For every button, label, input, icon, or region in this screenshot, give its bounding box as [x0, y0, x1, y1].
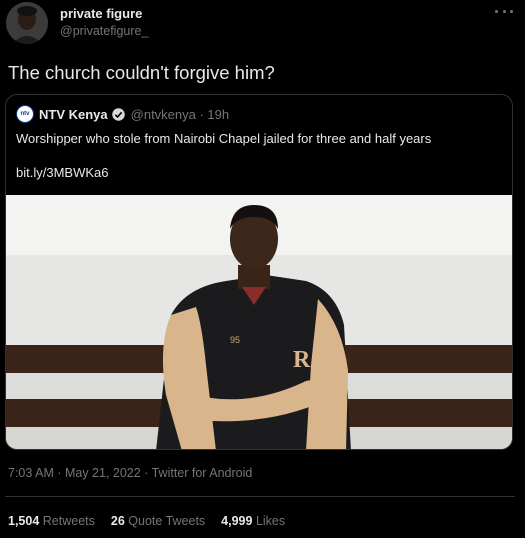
jacket-letter: R	[293, 347, 311, 373]
quote-tweet-card[interactable]: ntv NTV Kenya @ntvkenya · 19h Worshipper…	[5, 94, 513, 450]
author-name[interactable]: private figure	[60, 6, 142, 21]
quote-image[interactable]: 95 R 06	[6, 195, 512, 449]
quote-tweets-label: Quote Tweets	[128, 514, 206, 528]
avatar[interactable]	[6, 2, 48, 44]
verified-icon	[111, 107, 125, 121]
ntv-logo: ntv	[16, 105, 34, 123]
jacket-chest: 06	[317, 357, 337, 377]
quote-link[interactable]: bit.ly/3MBWKa6	[16, 165, 108, 180]
quote-header: ntv NTV Kenya @ntvkenya · 19h	[16, 105, 229, 123]
tweet-header: private figure @privatefigure_	[6, 2, 517, 44]
tweet-stats: 1,504 Retweets 26 Quote Tweets 4,999 Lik…	[8, 514, 301, 528]
retweets-stat[interactable]: 1,504 Retweets	[8, 514, 95, 528]
author-handle[interactable]: @privatefigure_	[60, 24, 148, 38]
quote-author-name: NTV Kenya	[39, 106, 108, 122]
tweet-text: The church couldn't forgive him?	[8, 62, 275, 83]
quote-tweets-count: 26	[110, 514, 125, 528]
quote-tweets-stat[interactable]: 26 Quote Tweets	[111, 514, 205, 528]
divider	[5, 496, 515, 497]
more-icon[interactable]	[495, 4, 513, 18]
likes-count: 4,999	[221, 514, 253, 528]
quote-text: Worshipper who stole from Nairobi Chapel…	[16, 131, 432, 146]
retweets-count: 1,504	[8, 514, 40, 528]
tweet-timestamp[interactable]: 7:03 AM · May 21, 2022 · Twitter for And…	[8, 466, 252, 480]
quote-meta: @ntvkenya · 19h	[130, 106, 230, 122]
likes-label: Likes	[255, 514, 286, 528]
likes-stat[interactable]: 4,999 Likes	[221, 514, 285, 528]
jacket-number: 95	[230, 335, 240, 345]
retweets-label: Retweets	[42, 514, 95, 528]
